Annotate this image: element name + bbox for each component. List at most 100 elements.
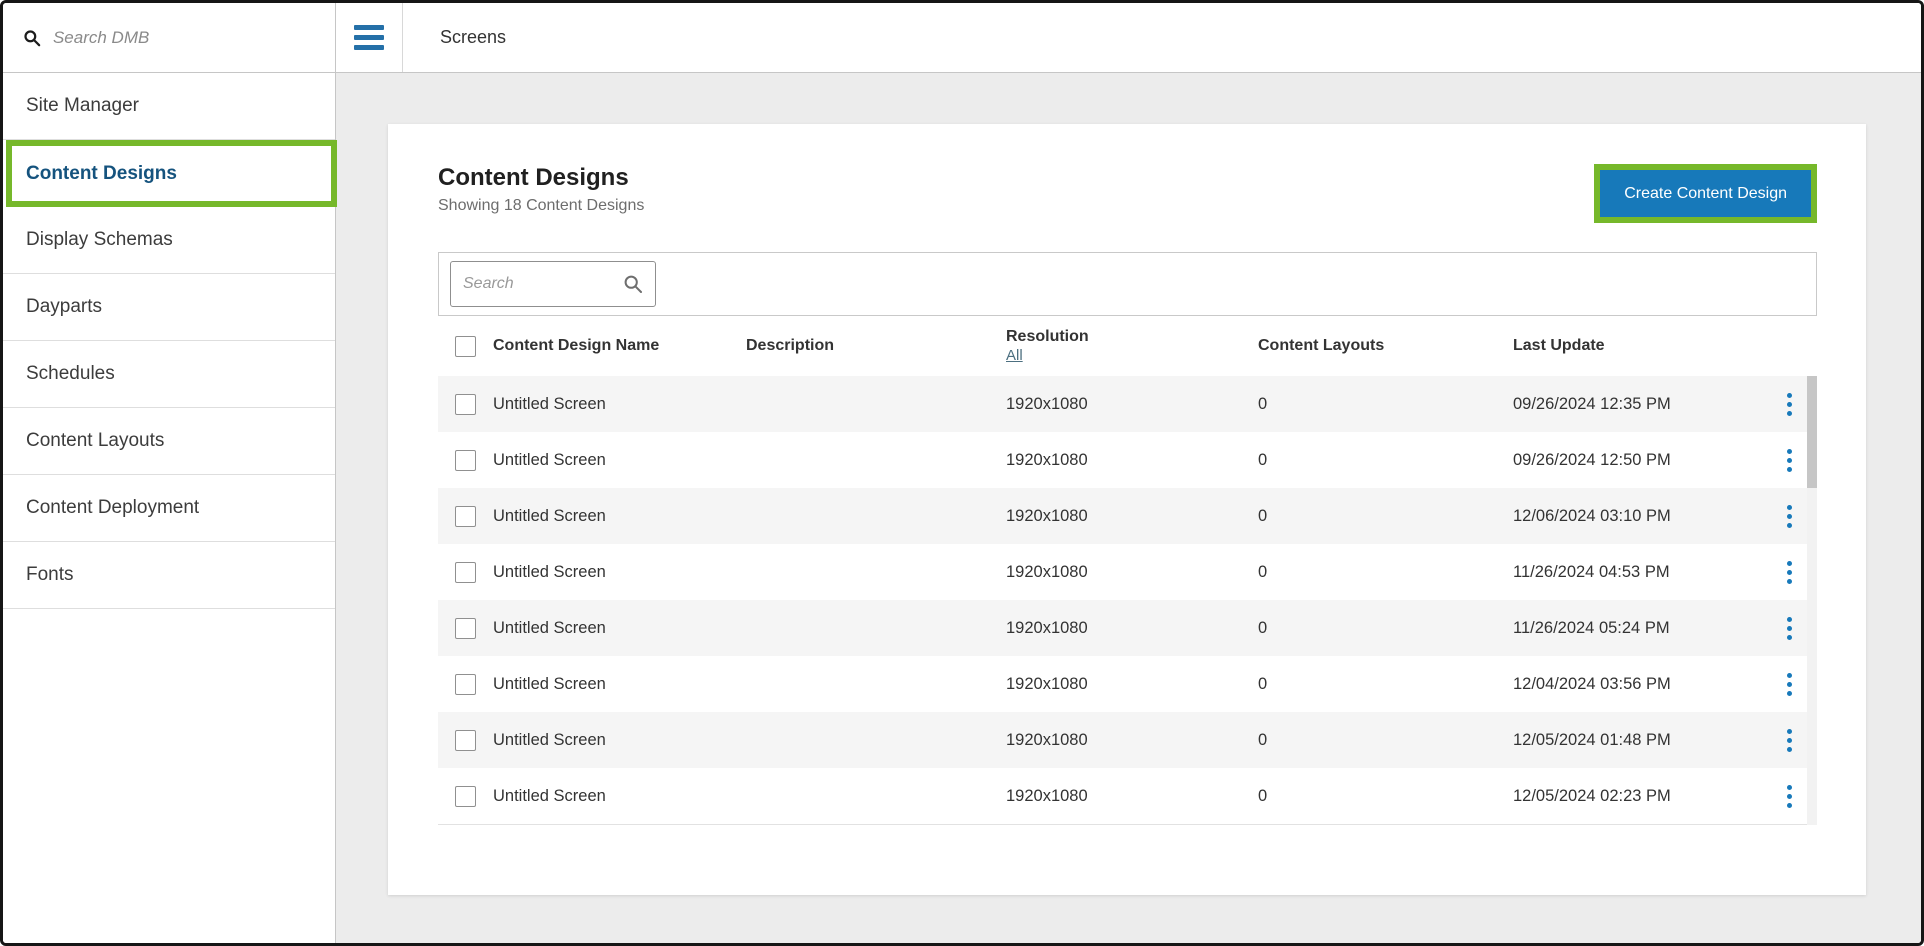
results-count: Showing 18 Content Designs <box>438 197 644 215</box>
table-row[interactable]: Untitled Screen 1920x1080 0 12/05/2024 0… <box>438 712 1817 768</box>
row-checkbox[interactable] <box>455 450 476 471</box>
sidebar-item-content-deployment[interactable]: Content Deployment <box>3 475 335 542</box>
table-search-input[interactable] <box>463 275 623 293</box>
table-scrollbar[interactable] <box>1807 376 1817 825</box>
create-content-design-button[interactable]: Create Content Design <box>1600 170 1811 217</box>
cell-resolution: 1920x1080 <box>1006 787 1258 806</box>
column-header-content-layouts: Content Layouts <box>1258 337 1513 355</box>
cell-resolution: 1920x1080 <box>1006 731 1258 750</box>
cell-last-update: 09/26/2024 12:35 PM <box>1513 395 1761 414</box>
row-checkbox[interactable] <box>455 730 476 751</box>
column-header-last-update: Last Update <box>1513 337 1761 355</box>
page-title: Content Designs <box>438 164 644 192</box>
search-icon <box>23 28 41 48</box>
cell-last-update: 12/05/2024 02:23 PM <box>1513 787 1761 806</box>
cell-content-design-name: Untitled Screen <box>493 675 746 694</box>
cell-resolution: 1920x1080 <box>1006 619 1258 638</box>
content-area: Screens Content Designs Showing 18 Conte… <box>336 3 1921 943</box>
table-row[interactable]: Untitled Screen 1920x1080 0 12/04/2024 0… <box>438 656 1817 712</box>
row-checkbox[interactable] <box>455 618 476 639</box>
sidebar-item-label: Site Manager <box>26 95 139 117</box>
row-actions-menu[interactable] <box>1779 556 1800 589</box>
sidebar-nav: Site Manager Content Designs Display Sch… <box>3 73 335 609</box>
table-row[interactable]: Untitled Screen 1920x1080 0 09/26/2024 1… <box>438 376 1817 432</box>
table-row[interactable]: Untitled Screen 1920x1080 0 11/26/2024 0… <box>438 600 1817 656</box>
row-actions-menu[interactable] <box>1779 612 1800 645</box>
table-search-box <box>450 261 656 307</box>
row-actions-menu[interactable] <box>1779 500 1800 533</box>
table-header-row: Content Design Name Description Resoluti… <box>438 316 1817 376</box>
column-header-description: Description <box>746 337 1006 355</box>
sidebar-search <box>3 3 335 73</box>
table-row[interactable]: Untitled Screen 1920x1080 0 12/05/2024 0… <box>438 768 1817 824</box>
row-checkbox[interactable] <box>455 674 476 695</box>
row-actions-menu[interactable] <box>1779 388 1800 421</box>
app-window: Site Manager Content Designs Display Sch… <box>0 0 1924 946</box>
row-actions-menu[interactable] <box>1779 668 1800 701</box>
cell-resolution: 1920x1080 <box>1006 675 1258 694</box>
column-header-name: Content Design Name <box>493 337 746 355</box>
row-checkbox[interactable] <box>455 562 476 583</box>
table-row[interactable]: Untitled Screen 1920x1080 0 12/06/2024 0… <box>438 488 1817 544</box>
sidebar-item-label: Display Schemas <box>26 229 173 251</box>
cell-last-update: 12/04/2024 03:56 PM <box>1513 675 1761 694</box>
cell-content-design-name: Untitled Screen <box>493 731 746 750</box>
cell-content-design-name: Untitled Screen <box>493 563 746 582</box>
table-row[interactable]: Untitled Screen 1920x1080 0 11/26/2024 0… <box>438 544 1817 600</box>
cell-content-layouts: 0 <box>1258 507 1513 526</box>
menu-toggle-button[interactable] <box>336 3 403 72</box>
cell-last-update: 11/26/2024 05:24 PM <box>1513 619 1761 638</box>
cell-content-design-name: Untitled Screen <box>493 451 746 470</box>
row-checkbox[interactable] <box>455 506 476 527</box>
sidebar: Site Manager Content Designs Display Sch… <box>3 3 336 943</box>
table-body: Untitled Screen 1920x1080 0 09/26/2024 1… <box>438 376 1817 825</box>
sidebar-item-content-layouts[interactable]: Content Layouts <box>3 408 335 475</box>
create-button-highlight: Create Content Design <box>1594 164 1817 223</box>
cell-resolution: 1920x1080 <box>1006 507 1258 526</box>
cell-content-layouts: 0 <box>1258 619 1513 638</box>
select-all-checkbox[interactable] <box>455 336 476 357</box>
cell-content-design-name: Untitled Screen <box>493 507 746 526</box>
sidebar-item-site-manager[interactable]: Site Manager <box>3 73 335 140</box>
sidebar-item-dayparts[interactable]: Dayparts <box>3 274 335 341</box>
table-filter-bar <box>438 252 1817 316</box>
cell-resolution: 1920x1080 <box>1006 395 1258 414</box>
sidebar-item-content-designs[interactable]: Content Designs <box>6 140 337 207</box>
row-actions-menu[interactable] <box>1779 444 1800 477</box>
cell-content-design-name: Untitled Screen <box>493 395 746 414</box>
cell-content-layouts: 0 <box>1258 451 1513 470</box>
sidebar-item-label: Content Designs <box>26 163 177 185</box>
hamburger-icon <box>354 25 384 50</box>
cell-last-update: 09/26/2024 12:50 PM <box>1513 451 1761 470</box>
sidebar-search-input[interactable] <box>53 28 315 48</box>
row-actions-menu[interactable] <box>1779 724 1800 757</box>
sidebar-item-fonts[interactable]: Fonts <box>3 542 335 609</box>
cell-content-layouts: 0 <box>1258 395 1513 414</box>
cell-content-layouts: 0 <box>1258 675 1513 694</box>
content-card: Content Designs Showing 18 Content Desig… <box>388 124 1866 895</box>
row-checkbox[interactable] <box>455 786 476 807</box>
resolution-filter-all-link[interactable]: All <box>1006 347 1023 364</box>
scrollbar-thumb[interactable] <box>1807 376 1817 488</box>
cell-last-update: 11/26/2024 04:53 PM <box>1513 563 1761 582</box>
search-icon <box>623 274 643 294</box>
sidebar-item-display-schemas[interactable]: Display Schemas <box>3 207 335 274</box>
cell-last-update: 12/06/2024 03:10 PM <box>1513 507 1761 526</box>
table-row[interactable]: Untitled Screen 1920x1080 0 09/26/2024 1… <box>438 432 1817 488</box>
sidebar-item-label: Fonts <box>26 564 74 586</box>
cell-content-design-name: Untitled Screen <box>493 787 746 806</box>
sidebar-item-label: Content Layouts <box>26 430 164 452</box>
cell-last-update: 12/05/2024 01:48 PM <box>1513 731 1761 750</box>
topbar: Screens <box>336 3 1921 73</box>
cell-content-design-name: Untitled Screen <box>493 619 746 638</box>
row-actions-menu[interactable] <box>1779 780 1800 813</box>
cell-content-layouts: 0 <box>1258 563 1513 582</box>
cell-resolution: 1920x1080 <box>1006 451 1258 470</box>
topbar-title: Screens <box>440 27 506 48</box>
cell-content-layouts: 0 <box>1258 787 1513 806</box>
main: Content Designs Showing 18 Content Desig… <box>336 73 1921 943</box>
row-checkbox[interactable] <box>455 394 476 415</box>
sidebar-item-label: Schedules <box>26 363 115 385</box>
sidebar-item-schedules[interactable]: Schedules <box>3 341 335 408</box>
sidebar-item-label: Dayparts <box>26 296 102 318</box>
